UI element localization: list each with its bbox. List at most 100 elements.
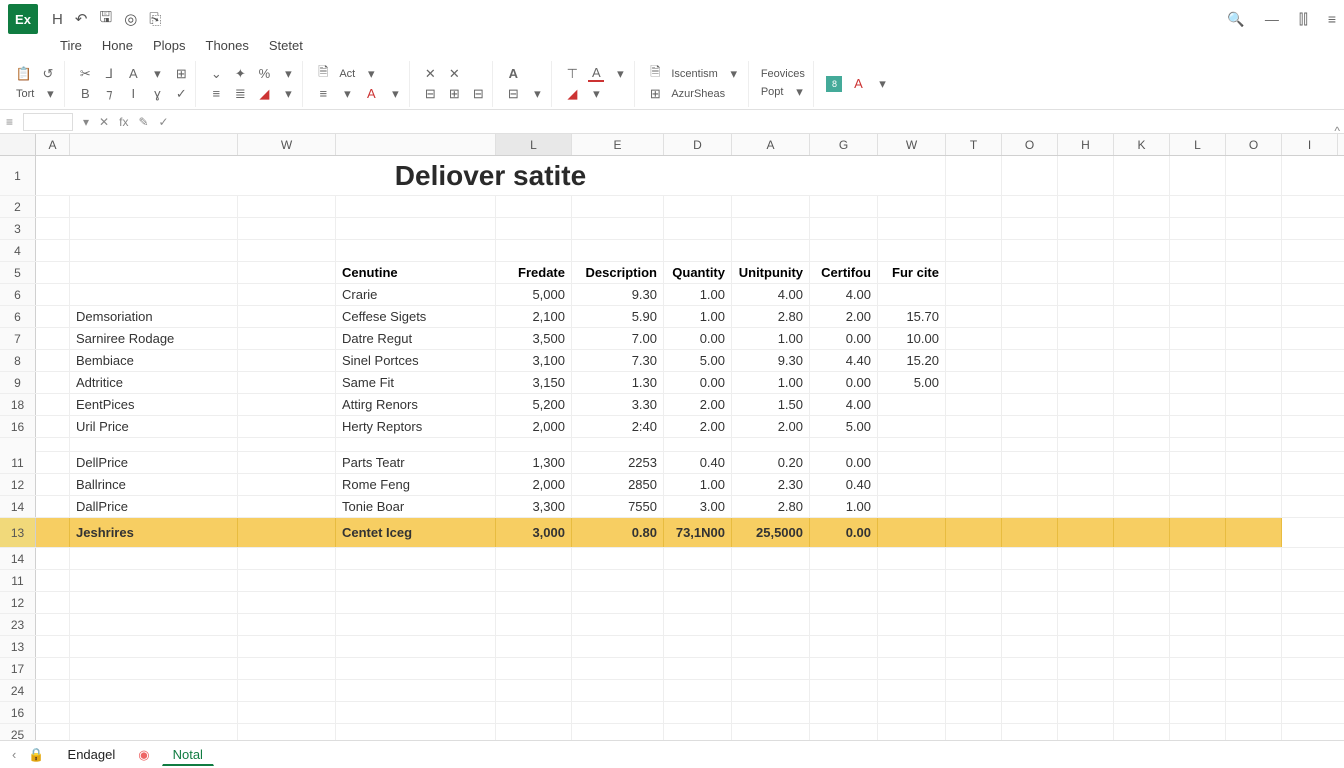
font-icon[interactable]: A: [125, 66, 141, 82]
cell[interactable]: [238, 496, 336, 517]
cell[interactable]: [1226, 614, 1282, 635]
cell[interactable]: [1058, 284, 1114, 305]
cell[interactable]: [238, 350, 336, 371]
fill-icon[interactable]: ◢: [256, 86, 272, 102]
cell[interactable]: [496, 240, 572, 261]
cell[interactable]: [878, 658, 946, 679]
cell[interactable]: [946, 218, 1002, 239]
row-header[interactable]: 13: [0, 518, 36, 547]
cell[interactable]: 1.00: [810, 496, 878, 517]
column-header[interactable]: L: [496, 134, 572, 155]
cell[interactable]: Herty Reptors: [336, 416, 496, 437]
cell[interactable]: [70, 592, 238, 613]
cell[interactable]: [1170, 518, 1226, 547]
cell[interactable]: [70, 548, 238, 569]
cell[interactable]: [1114, 680, 1170, 701]
cell[interactable]: [1226, 518, 1282, 547]
cell[interactable]: [1226, 474, 1282, 495]
cell[interactable]: [1170, 394, 1226, 415]
cell[interactable]: [1170, 328, 1226, 349]
column-header[interactable]: L: [1170, 134, 1226, 155]
cell[interactable]: [946, 350, 1002, 371]
cell[interactable]: 2,100: [496, 306, 572, 327]
cell[interactable]: [1002, 658, 1058, 679]
cell[interactable]: [1114, 452, 1170, 473]
cell[interactable]: 0.40: [810, 474, 878, 495]
cell[interactable]: [36, 614, 70, 635]
cell[interactable]: [36, 702, 70, 723]
cell[interactable]: [1226, 570, 1282, 591]
cell[interactable]: [238, 372, 336, 393]
cell[interactable]: [1002, 284, 1058, 305]
cell[interactable]: [496, 196, 572, 217]
cell[interactable]: [878, 218, 946, 239]
cell[interactable]: [1226, 306, 1282, 327]
cell[interactable]: [572, 240, 664, 261]
fx-cancel-icon[interactable]: ✕: [99, 115, 109, 129]
cell[interactable]: [1170, 350, 1226, 371]
row-header[interactable]: 12: [0, 592, 36, 613]
cell[interactable]: [732, 592, 810, 613]
cell[interactable]: [946, 196, 1002, 217]
cell[interactable]: [572, 614, 664, 635]
row-header[interactable]: 17: [0, 658, 36, 679]
cell[interactable]: [1002, 218, 1058, 239]
cell[interactable]: Sinel Portces: [336, 350, 496, 371]
cell[interactable]: [1002, 496, 1058, 517]
cell[interactable]: [1002, 196, 1058, 217]
cell[interactable]: [70, 658, 238, 679]
cell[interactable]: [1170, 474, 1226, 495]
cell[interactable]: [238, 306, 336, 327]
cell[interactable]: [238, 196, 336, 217]
cell[interactable]: [1058, 350, 1114, 371]
sheet-tab[interactable]: Endagel: [57, 744, 127, 765]
title-cell[interactable]: Deliover satite: [36, 156, 946, 195]
cell[interactable]: [1226, 496, 1282, 517]
cell[interactable]: [878, 702, 946, 723]
cell[interactable]: [946, 416, 1002, 437]
cell[interactable]: Ballrince: [70, 474, 238, 495]
cell[interactable]: [732, 658, 810, 679]
qat-icon[interactable]: ◎: [124, 10, 137, 28]
bold-icon[interactable]: B: [77, 86, 93, 102]
cell[interactable]: Quantity: [664, 262, 732, 283]
cell[interactable]: 2.80: [732, 496, 810, 517]
row-header[interactable]: 6: [0, 284, 36, 305]
cell[interactable]: [1114, 496, 1170, 517]
cell[interactable]: [878, 614, 946, 635]
cell[interactable]: [36, 452, 70, 473]
cell[interactable]: DallPrice: [70, 496, 238, 517]
cell[interactable]: 3.00: [664, 496, 732, 517]
cell[interactable]: [1058, 240, 1114, 261]
cell[interactable]: [946, 452, 1002, 473]
popt-label[interactable]: Popt: [761, 86, 784, 98]
app-icon[interactable]: Ex: [8, 4, 38, 34]
row-header[interactable]: 9: [0, 372, 36, 393]
cell[interactable]: 2:40: [572, 416, 664, 437]
cell[interactable]: [810, 570, 878, 591]
cell[interactable]: [1226, 372, 1282, 393]
cell[interactable]: [70, 702, 238, 723]
cell[interactable]: [36, 548, 70, 569]
cell[interactable]: 1.00: [732, 372, 810, 393]
cell[interactable]: 3,100: [496, 350, 572, 371]
cell[interactable]: [810, 680, 878, 701]
cell[interactable]: [946, 306, 1002, 327]
cell[interactable]: [1114, 306, 1170, 327]
cell-icon[interactable]: 8: [826, 76, 842, 92]
cell[interactable]: [878, 518, 946, 547]
cell[interactable]: [336, 196, 496, 217]
cell[interactable]: [496, 218, 572, 239]
cell[interactable]: 0.40: [664, 452, 732, 473]
cell[interactable]: 5,200: [496, 394, 572, 415]
cell[interactable]: [1226, 350, 1282, 371]
cell[interactable]: [810, 702, 878, 723]
cell[interactable]: 3.30: [572, 394, 664, 415]
cell[interactable]: [1170, 196, 1226, 217]
row-header[interactable]: 7: [0, 328, 36, 349]
cell[interactable]: [36, 680, 70, 701]
cell[interactable]: [1114, 592, 1170, 613]
cell[interactable]: [732, 680, 810, 701]
cell[interactable]: [36, 284, 70, 305]
cell[interactable]: [664, 658, 732, 679]
